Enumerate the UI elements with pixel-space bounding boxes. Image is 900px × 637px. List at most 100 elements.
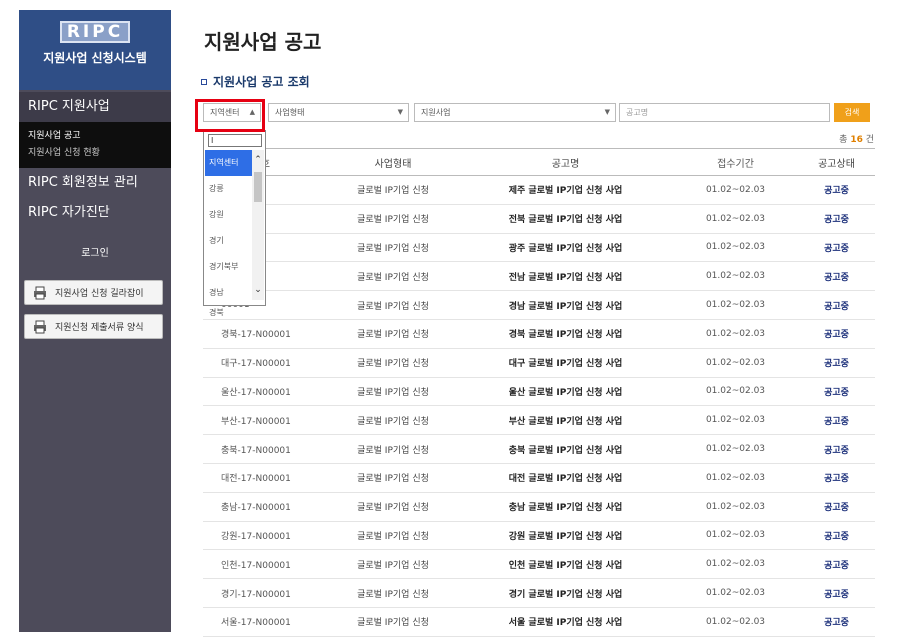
program-select-value: 지원사업 xyxy=(421,108,451,117)
row-title[interactable]: 대구 글로벌 IP기업 신청 사업 xyxy=(458,356,673,369)
row-status: 공고중 xyxy=(824,330,849,341)
row-title[interactable]: 광주 글로벌 IP기업 신청 사업 xyxy=(458,241,673,254)
row-title[interactable]: 경기 글로벌 IP기업 신청 사업 xyxy=(458,587,673,600)
row-title[interactable]: 인천 글로벌 IP기업 신청 사업 xyxy=(458,558,673,571)
row-type: 글로벌 IP기업 신청 xyxy=(357,215,429,226)
table-row[interactable]: 경기-17-N00001 글로벌 IP기업 신청 경기 글로벌 IP기업 신청 사업… xyxy=(203,579,875,608)
printer-icon xyxy=(33,286,47,300)
row-status: 공고중 xyxy=(824,215,849,226)
row-status: 공고중 xyxy=(824,387,849,398)
table-row[interactable]: 00001글로벌 IP기업 신청광주 글로벌 IP기업 신청 사업01.02~0… xyxy=(203,234,875,263)
search-button[interactable]: 검색 xyxy=(834,103,870,122)
submenu-status[interactable]: 지원사업 신청 현황 xyxy=(28,145,171,162)
printer-icon xyxy=(33,320,47,334)
row-period: 01.02~02.03 xyxy=(705,588,766,599)
row-number: 경북-17-N00001 xyxy=(221,330,291,341)
row-title[interactable]: 경북 글로벌 IP기업 신청 사업 xyxy=(458,327,673,340)
row-title[interactable]: 서울 글로벌 IP기업 신청 사업 xyxy=(458,615,673,628)
table-row[interactable]: 대전-17-N00001 글로벌 IP기업 신청 대전 글로벌 IP기업 신청 사업… xyxy=(203,464,875,493)
row-title[interactable]: 대전 글로벌 IP기업 신청 사업 xyxy=(458,471,673,484)
row-type: 글로벌 IP기업 신청 xyxy=(357,531,429,542)
type-select[interactable]: 사업형태 ▼ xyxy=(268,103,409,122)
forms-button-label: 지원신청 제출서류 양식 xyxy=(55,323,144,333)
row-period: 01.02~02.03 xyxy=(705,213,766,224)
table-row[interactable]: 충남-17-N00001 글로벌 IP기업 신청 충남 글로벌 IP기업 신청 사업… xyxy=(203,493,875,522)
section-title: 지원사업 공고 조회 xyxy=(201,73,310,90)
row-status: 공고중 xyxy=(824,503,849,514)
keyword-input[interactable]: 공고명 xyxy=(619,103,830,122)
program-select[interactable]: 지원사업 ▼ xyxy=(414,103,616,122)
dropdown-option[interactable]: 경남 xyxy=(205,280,253,306)
scroll-thumb[interactable] xyxy=(254,172,262,202)
notice-table: 호 사업형태 공고명 접수기간 공고상태 00001글로벌 IP기업 신청제주 … xyxy=(203,148,875,637)
table-row[interactable]: 00001글로벌 IP기업 신청전남 글로벌 IP기업 신청 사업01.02~0… xyxy=(203,262,875,292)
row-status: 공고중 xyxy=(824,445,849,456)
row-type: 글로벌 IP기업 신청 xyxy=(357,618,429,629)
region-dropdown-list[interactable]: I 지역센터 강릉 강원 경기 경기북부 경남 경북 ⌃ ⌄ xyxy=(203,130,266,316)
dropdown-option[interactable]: 경북 xyxy=(205,306,253,316)
menu-ripc-support[interactable]: RIPC 지원사업 xyxy=(19,92,171,122)
row-title[interactable]: 전남 글로벌 IP기업 신청 사업 xyxy=(458,270,673,283)
table-row[interactable]: 00001글로벌 IP기업 신청경남 글로벌 IP기업 신청 사업01.02~0… xyxy=(203,291,875,320)
row-number: 충남-17-N00001 xyxy=(221,503,291,514)
menu-member-info[interactable]: RIPC 회원정보 관리 xyxy=(19,168,171,198)
table-row[interactable]: 강원-17-N00001 글로벌 IP기업 신청 강원 글로벌 IP기업 신청 사업… xyxy=(203,522,875,551)
scroll-up-icon[interactable]: ⌃ xyxy=(252,154,264,166)
row-period: 01.02~02.03 xyxy=(705,559,766,570)
row-number: 대전-17-N00001 xyxy=(221,474,291,485)
dropdown-option[interactable]: 강원 xyxy=(205,202,253,228)
table-row[interactable]: 00001글로벌 IP기업 신청제주 글로벌 IP기업 신청 사업01.02~0… xyxy=(203,176,875,205)
table-row[interactable]: 충북-17-N00001 글로벌 IP기업 신청 충북 글로벌 IP기업 신청 사업… xyxy=(203,435,875,464)
chevron-down-icon: ▼ xyxy=(604,108,610,116)
row-type: 글로벌 IP기업 신청 xyxy=(357,359,429,370)
row-period: 01.02~02.03 xyxy=(705,616,766,627)
dropdown-option[interactable]: 경기북부 xyxy=(205,254,253,280)
row-period: 01.02~02.03 xyxy=(705,184,766,195)
row-period: 01.02~02.03 xyxy=(705,530,766,541)
row-title[interactable]: 부산 글로벌 IP기업 신청 사업 xyxy=(458,414,673,427)
submenu: 지원사업 공고 지원사업 신청 현황 xyxy=(19,122,171,168)
logo-area[interactable]: RIPC 지원사업 신청시스템 xyxy=(19,10,171,90)
row-number: 충북-17-N00001 xyxy=(221,445,291,456)
row-type: 글로벌 IP기업 신청 xyxy=(357,560,429,571)
row-number: 인천-17-N00001 xyxy=(221,560,291,571)
dropdown-option[interactable]: 강릉 xyxy=(205,176,253,202)
header-title: 공고명 xyxy=(551,158,580,170)
row-title[interactable]: 강원 글로벌 IP기업 신청 사업 xyxy=(458,529,673,542)
table-row[interactable]: 울산-17-N00001 글로벌 IP기업 신청 울산 글로벌 IP기업 신청 사업… xyxy=(203,378,875,407)
table-row[interactable]: 서울-17-N00001 글로벌 IP기업 신청 서울 글로벌 IP기업 신청 사업… xyxy=(203,608,875,637)
table-row[interactable]: 대구-17-N00001 글로벌 IP기업 신청 대구 글로벌 IP기업 신청 사업… xyxy=(203,349,875,378)
forms-button[interactable]: 지원신청 제출서류 양식 xyxy=(24,314,163,339)
header-type: 사업형태 xyxy=(374,158,412,170)
header-status: 공고상태 xyxy=(818,158,855,170)
guide-button[interactable]: 지원사업 신청 길라잡이 xyxy=(24,280,163,305)
login-link[interactable]: 로그인 xyxy=(19,244,171,264)
table-row[interactable]: 00001글로벌 IP기업 신청전북 글로벌 IP기업 신청 사업01.02~0… xyxy=(203,205,875,234)
scroll-down-icon[interactable]: ⌄ xyxy=(252,284,264,296)
row-number: 부산-17-N00001 xyxy=(221,416,291,427)
table-row[interactable]: 부산-17-N00001 글로벌 IP기업 신청 부산 글로벌 IP기업 신청 사업… xyxy=(203,406,875,436)
row-title[interactable]: 충남 글로벌 IP기업 신청 사업 xyxy=(458,500,673,513)
square-bullet-icon xyxy=(201,78,207,85)
submenu-notice[interactable]: 지원사업 공고 xyxy=(28,128,171,145)
row-status: 공고중 xyxy=(824,243,849,254)
row-type: 글로벌 IP기업 신청 xyxy=(357,416,429,427)
row-type: 글로벌 IP기업 신청 xyxy=(357,445,429,456)
row-period: 01.02~02.03 xyxy=(705,415,766,426)
row-period: 01.02~02.03 xyxy=(705,444,766,455)
row-number: 대구-17-N00001 xyxy=(221,359,291,370)
dropdown-scrollbar[interactable]: ⌃ ⌄ xyxy=(252,150,264,300)
dropdown-option[interactable]: 지역센터 xyxy=(205,150,253,176)
row-title[interactable]: 울산 글로벌 IP기업 신청 사업 xyxy=(458,385,673,398)
table-row[interactable]: 경북-17-N00001 글로벌 IP기업 신청 경북 글로벌 IP기업 신청 사업… xyxy=(203,320,875,349)
row-title[interactable]: 전북 글로벌 IP기업 신청 사업 xyxy=(458,212,673,225)
menu-self-diagnosis[interactable]: RIPC 자가진단 xyxy=(19,198,171,228)
table-row[interactable]: 인천-17-N00001 글로벌 IP기업 신청 인천 글로벌 IP기업 신청 사업… xyxy=(203,550,875,580)
dropdown-option[interactable]: 경기 xyxy=(205,228,253,254)
row-title[interactable]: 충북 글로벌 IP기업 신청 사업 xyxy=(458,443,673,456)
row-title[interactable]: 경남 글로벌 IP기업 신청 사업 xyxy=(458,299,673,312)
row-period: 01.02~02.03 xyxy=(705,242,766,253)
row-number: 서울-17-N00001 xyxy=(221,618,291,629)
row-title[interactable]: 제주 글로벌 IP기업 신청 사업 xyxy=(458,183,673,196)
dropdown-search-input[interactable]: I xyxy=(208,134,262,147)
